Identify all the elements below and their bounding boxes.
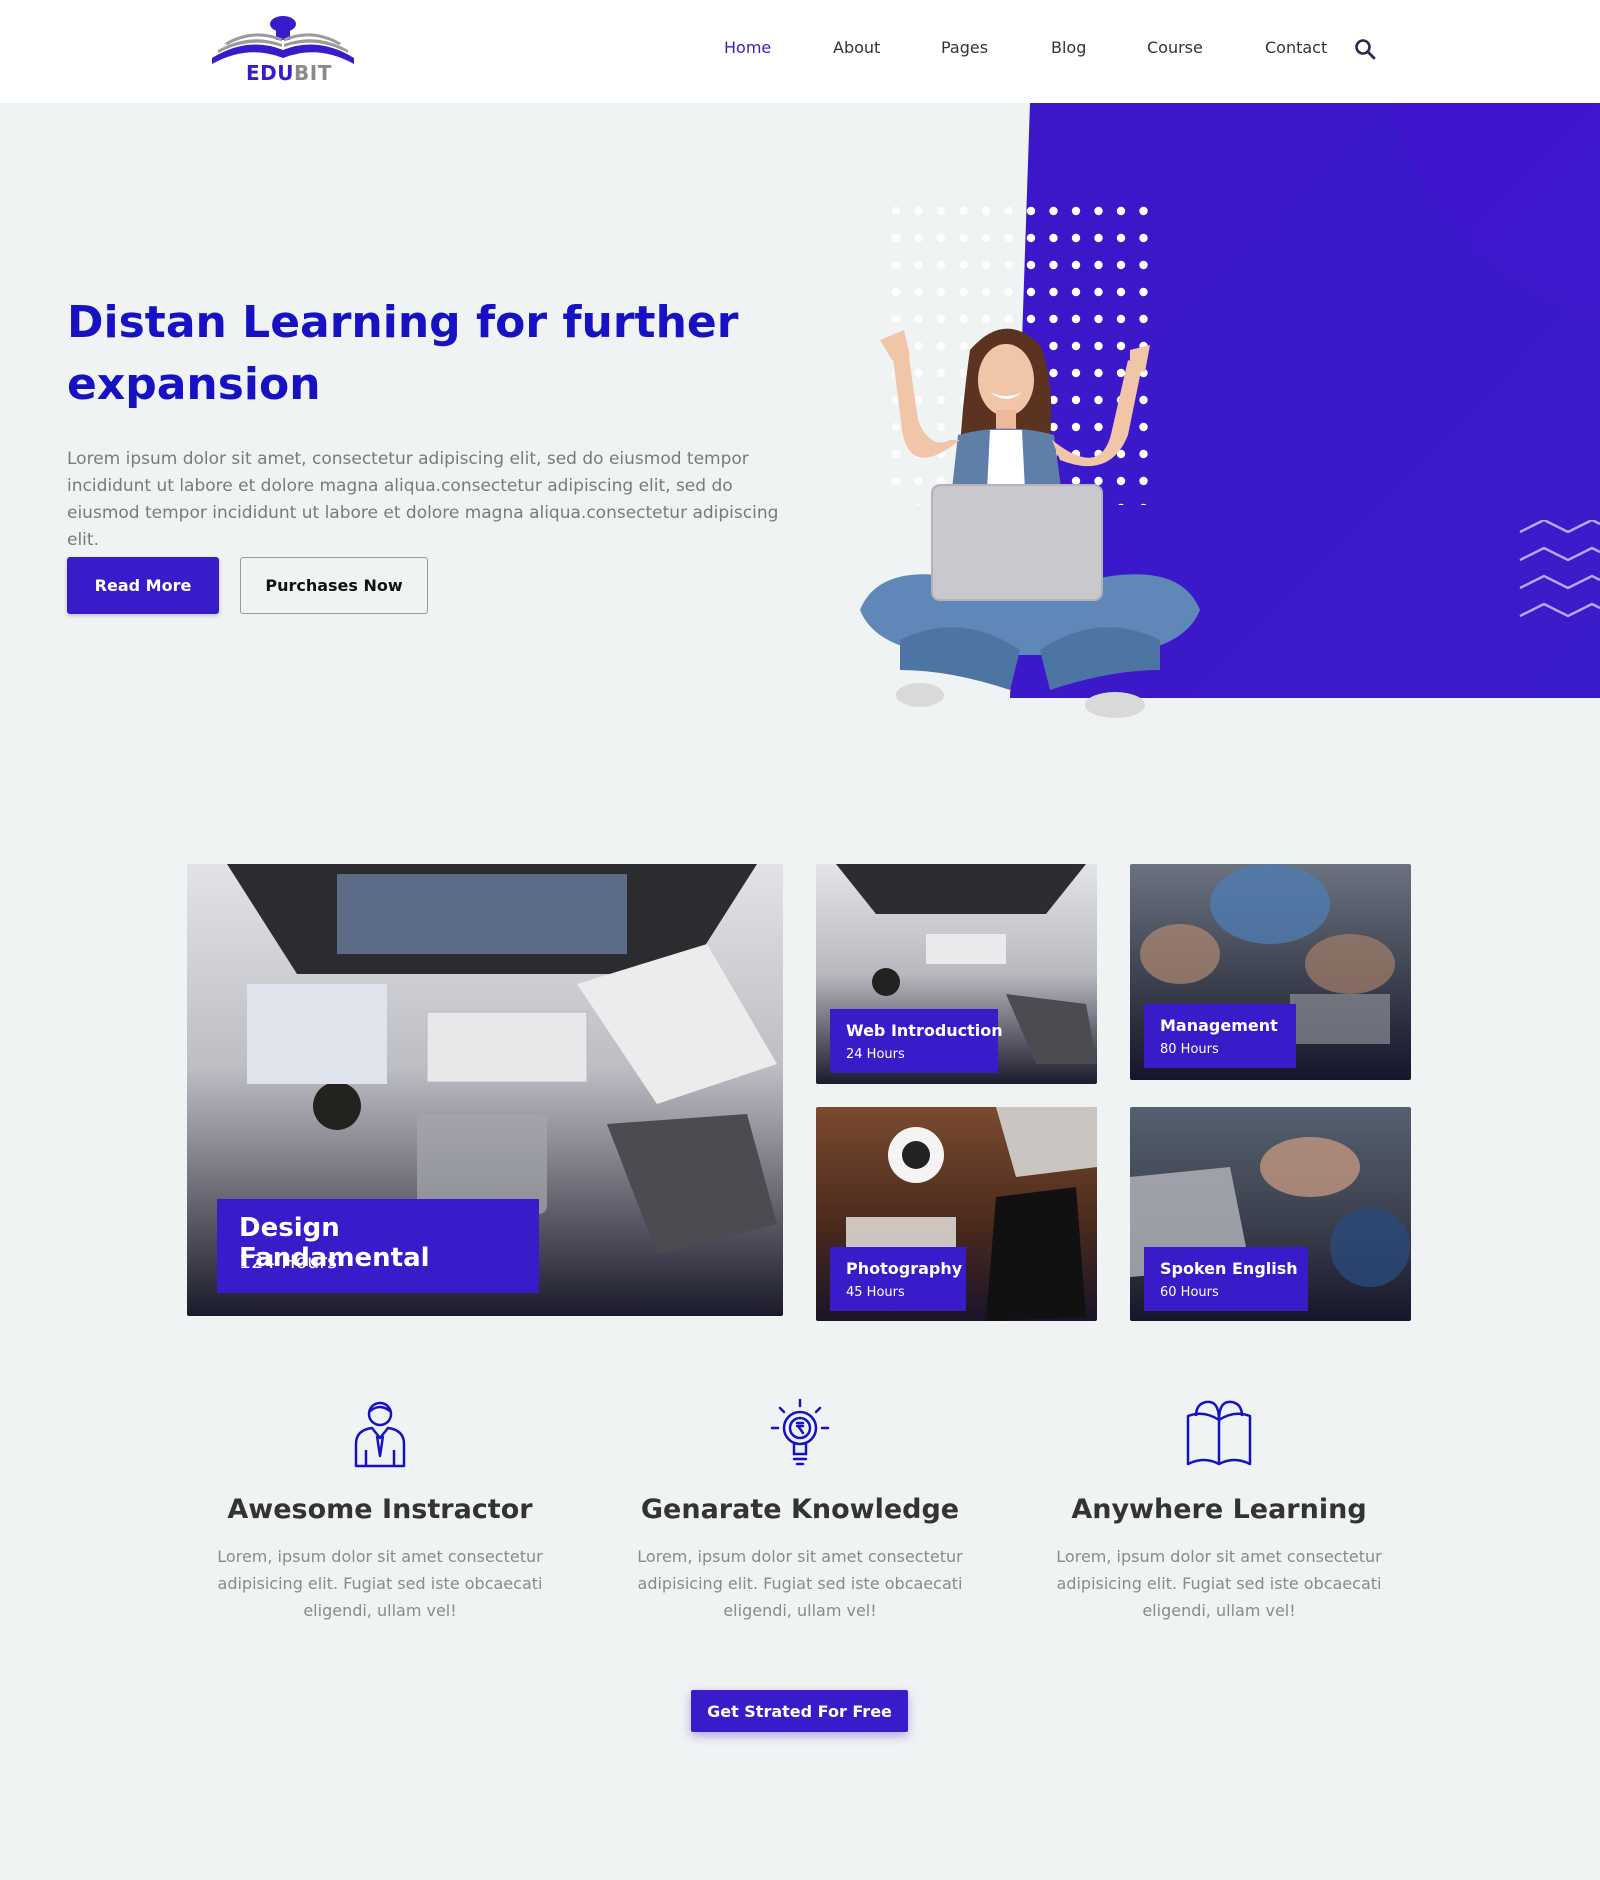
course-label: Spoken English 60 Hours <box>1144 1247 1308 1311</box>
feature-title: Genarate Knowledge <box>640 1494 960 1525</box>
nav-item-about[interactable]: About <box>833 38 880 57</box>
course-hours: 124 Hours <box>239 1251 337 1273</box>
get-started-button[interactable]: Get Strated For Free <box>691 1690 908 1732</box>
decorative-dot <box>1004 287 1013 297</box>
decorative-dot <box>1071 233 1081 243</box>
decorative-dot <box>1049 206 1058 216</box>
course-label: Design Fandamental 124 Hours <box>217 1199 539 1293</box>
decorative-dot <box>1139 206 1148 216</box>
decorative-dot <box>936 260 946 270</box>
decorative-dot <box>891 206 901 216</box>
instructor-icon <box>354 1401 406 1468</box>
feature-text: Lorem, ipsum dolor sit amet consectetur … <box>637 1547 963 1620</box>
decorative-dot <box>1094 233 1103 243</box>
course-card-photography[interactable]: Photography 45 Hours <box>816 1107 1097 1321</box>
decorative-dot <box>1071 206 1081 216</box>
hero-title: Distan Learning for further expansion <box>67 297 739 410</box>
course-hours: 24 Hours <box>846 1047 905 1062</box>
decorative-dot <box>1026 287 1036 297</box>
decorative-dot <box>981 260 991 270</box>
decorative-dot <box>1049 233 1058 243</box>
student-with-laptop-image <box>860 328 1200 718</box>
feature-text: Lorem, ipsum dolor sit amet consectetur … <box>1056 1547 1382 1620</box>
decorative-dot <box>936 287 946 297</box>
search-icon <box>1355 39 1376 60</box>
course-title: Photography <box>846 1259 963 1278</box>
course-label: Photography 45 Hours <box>830 1247 966 1311</box>
decorative-dot <box>1026 233 1036 243</box>
decorative-dot <box>1139 260 1148 270</box>
decorative-dot <box>936 206 946 216</box>
decorative-dot <box>1071 260 1081 270</box>
logo-text-edu: EDU <box>246 61 295 85</box>
feature-knowledge: Genarate Knowledge Lorem, ipsum dolor si… <box>600 1398 1000 1624</box>
decorative-dot <box>1004 260 1013 270</box>
decorative-dot <box>1094 206 1103 216</box>
purchase-now-button[interactable]: Purchases Now <box>240 557 428 614</box>
decorative-dot <box>1049 287 1058 297</box>
decorative-dot <box>936 233 946 243</box>
nav-item-home[interactable]: Home <box>724 38 771 57</box>
course-title: Web Introduction <box>846 1021 1003 1040</box>
read-more-button[interactable]: Read More <box>67 557 219 614</box>
decorative-dot <box>1094 260 1103 270</box>
decorative-dot <box>1094 287 1103 297</box>
decorative-dot <box>959 287 968 297</box>
feature-anywhere-learning: Anywhere Learning Lorem, ipsum dolor sit… <box>1019 1398 1419 1624</box>
course-label: Management 80 Hours <box>1144 1004 1296 1068</box>
decorative-dot <box>891 233 901 243</box>
decorative-dot <box>1004 206 1013 216</box>
nav-item-contact[interactable]: Contact <box>1265 38 1327 57</box>
course-card-web[interactable]: Web Introduction 24 Hours <box>816 864 1097 1084</box>
decorative-dot <box>914 260 923 270</box>
course-hours: 80 Hours <box>1160 1042 1219 1057</box>
decorative-dot <box>1139 233 1148 243</box>
decorative-dot <box>1116 233 1126 243</box>
open-book-icon <box>1186 1400 1252 1466</box>
decorative-dot <box>914 287 923 297</box>
nav-item-blog[interactable]: Blog <box>1051 38 1086 57</box>
decorative-dot <box>914 233 923 243</box>
course-card-design[interactable]: Design Fandamental 124 Hours <box>187 864 783 1316</box>
logo-text: EDUBIT <box>246 61 332 85</box>
decorative-dot <box>891 260 901 270</box>
decorative-dot <box>959 233 968 243</box>
course-title: Management <box>1160 1016 1278 1035</box>
site-header: EDUBIT Home About Pages Blog Course Cont… <box>0 0 1600 103</box>
decorative-dot <box>959 206 968 216</box>
decorative-dot <box>1071 287 1081 297</box>
feature-title: Awesome Instractor <box>227 1494 533 1525</box>
feature-instructor: Awesome Instractor Lorem, ipsum dolor si… <box>180 1398 580 1624</box>
decorative-dot <box>1139 287 1148 297</box>
decorative-dot <box>981 206 991 216</box>
decorative-dot <box>981 233 991 243</box>
nav-item-pages[interactable]: Pages <box>941 38 988 57</box>
lightbulb-icon <box>770 1398 830 1466</box>
decorative-dot <box>891 287 901 297</box>
decorative-dot <box>1026 260 1036 270</box>
course-card-spoken-english[interactable]: Spoken English 60 Hours <box>1130 1107 1411 1321</box>
nav-item-course[interactable]: Course <box>1147 38 1203 57</box>
course-hours: 60 Hours <box>1160 1285 1219 1300</box>
feature-text: Lorem, ipsum dolor sit amet consectetur … <box>217 1547 543 1620</box>
hero-description: Lorem ipsum dolor sit amet, consectetur … <box>67 449 779 550</box>
feature-title: Anywhere Learning <box>1071 1494 1367 1525</box>
decorative-dot <box>981 287 991 297</box>
decorative-zigzag <box>1519 520 1600 618</box>
decorative-dot <box>1049 260 1058 270</box>
course-label: Web Introduction 24 Hours <box>830 1009 1003 1073</box>
decorative-dot <box>914 206 923 216</box>
decorative-dot <box>1004 233 1013 243</box>
decorative-dot <box>959 260 968 270</box>
course-title: Spoken English <box>1160 1259 1298 1278</box>
course-hours: 45 Hours <box>846 1285 905 1300</box>
decorative-dot <box>1116 287 1126 297</box>
decorative-dot <box>1026 206 1036 216</box>
course-card-management[interactable]: Management 80 Hours <box>1130 864 1411 1080</box>
decorative-dot <box>1116 206 1126 216</box>
decorative-dot <box>1116 260 1126 270</box>
logo-text-bit: BIT <box>294 61 332 85</box>
search-button[interactable] <box>1354 38 1376 60</box>
